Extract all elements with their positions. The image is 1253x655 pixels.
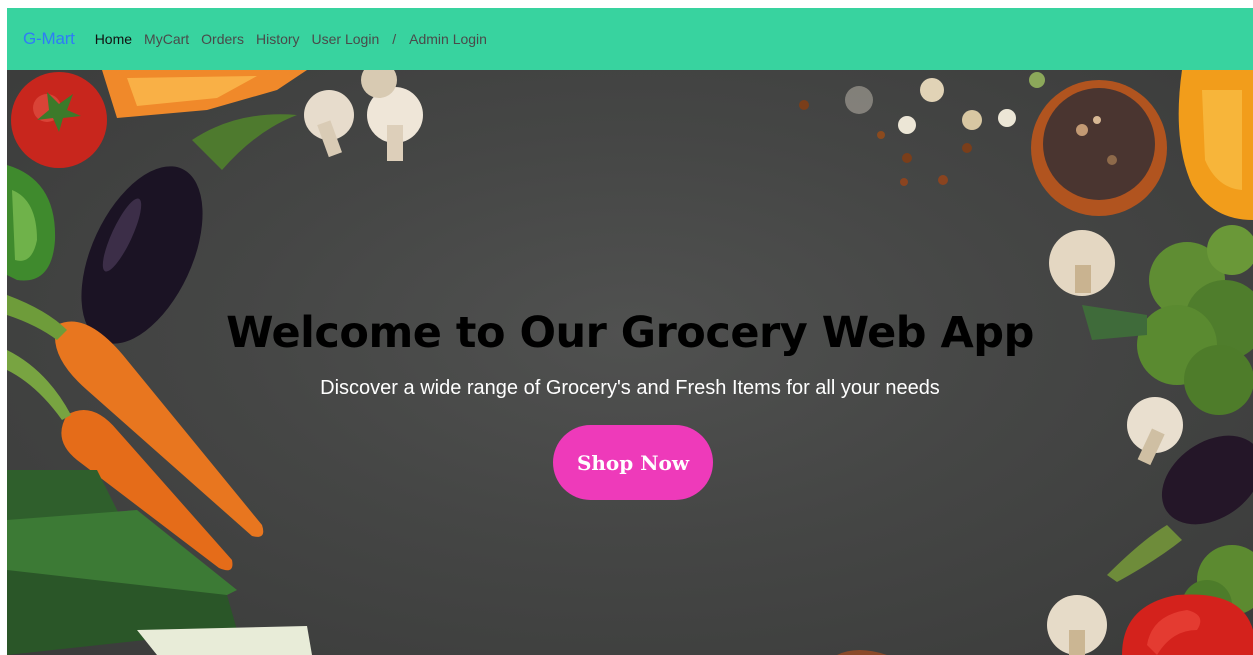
hero-title: Welcome to Our Grocery Web App <box>226 308 1034 358</box>
navbar: G-Mart Home MyCart Orders History User L… <box>7 8 1253 70</box>
nav-orders-link[interactable]: Orders <box>201 31 244 47</box>
nav-history-link[interactable]: History <box>256 31 300 47</box>
brand-logo[interactable]: G-Mart <box>23 29 75 49</box>
nav-admin-login-link[interactable]: Admin Login <box>409 31 487 47</box>
nav-links: Home MyCart Orders History User Login / … <box>95 31 499 47</box>
vegetables-background-image <box>7 70 1253 655</box>
nav-separator: / <box>392 31 397 47</box>
nav-user-login-link[interactable]: User Login <box>312 31 380 47</box>
hero-section: Welcome to Our Grocery Web App Discover … <box>7 70 1253 655</box>
nav-home-link[interactable]: Home <box>95 31 132 47</box>
shop-now-button[interactable]: Shop Now <box>553 425 713 500</box>
app-frame: G-Mart Home MyCart Orders History User L… <box>7 8 1253 655</box>
nav-mycart-link[interactable]: MyCart <box>144 31 189 47</box>
hero-subtitle: Discover a wide range of Grocery's and F… <box>320 377 940 399</box>
